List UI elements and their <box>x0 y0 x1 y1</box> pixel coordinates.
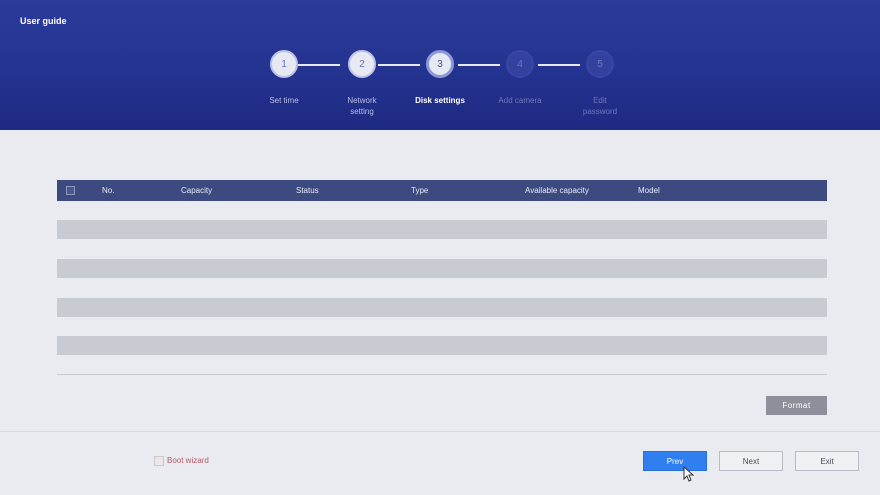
table-row[interactable] <box>57 298 827 317</box>
wizard-header: User guide 1 2 3 4 5 Set time Network se… <box>0 0 880 130</box>
step-connector <box>538 64 580 66</box>
table-header: No. Capacity Status Type Available capac… <box>57 180 827 201</box>
user-guide-screen: User guide 1 2 3 4 5 Set time Network se… <box>0 0 880 495</box>
format-button[interactable]: Format <box>766 396 827 415</box>
step-5-label-line2: password <box>582 107 618 116</box>
prev-button[interactable]: Prev <box>643 451 707 471</box>
step-1-circle: 1 <box>270 50 298 78</box>
exit-button[interactable]: Exit <box>795 451 859 471</box>
step-1-label: Set time <box>269 96 299 105</box>
step-connector <box>378 64 420 66</box>
boot-wizard-checkbox[interactable] <box>154 456 164 466</box>
next-button[interactable]: Next <box>719 451 783 471</box>
step-5-label: Edit password <box>565 95 635 117</box>
step-2-label-line1: Network <box>347 96 377 105</box>
window-title: User guide <box>20 16 67 26</box>
step-3-label: Disk settings <box>415 96 465 105</box>
step-5-circle: 5 <box>586 50 614 78</box>
step-5-label-line1: Edit <box>593 96 607 105</box>
step-3-circle: 3 <box>426 50 454 78</box>
table-row[interactable] <box>57 220 827 239</box>
column-header-no: No. <box>102 186 115 195</box>
table-row[interactable] <box>57 336 827 355</box>
footer-divider <box>0 431 880 432</box>
mouse-cursor-icon <box>683 466 695 482</box>
column-header-capacity: Capacity <box>181 186 213 195</box>
step-2-circle: 2 <box>348 50 376 78</box>
step-4-circle: 4 <box>506 50 534 78</box>
column-header-model: Model <box>638 186 660 195</box>
step-4-label: Add camera <box>498 96 542 105</box>
step-2-label-line2: setting <box>350 107 374 116</box>
step-connector <box>298 64 340 66</box>
step-2-label: Network setting <box>327 95 397 117</box>
column-header-available-capacity: Available capacity <box>525 186 589 195</box>
select-all-checkbox[interactable] <box>66 186 75 195</box>
disk-table: No. Capacity Status Type Available capac… <box>57 180 827 355</box>
table-row[interactable] <box>57 259 827 278</box>
boot-wizard-label[interactable]: Boot wizard <box>167 456 209 465</box>
column-header-status: Status <box>296 186 319 195</box>
step-connector <box>458 64 500 66</box>
column-header-type: Type <box>411 186 429 195</box>
table-divider <box>57 374 827 375</box>
